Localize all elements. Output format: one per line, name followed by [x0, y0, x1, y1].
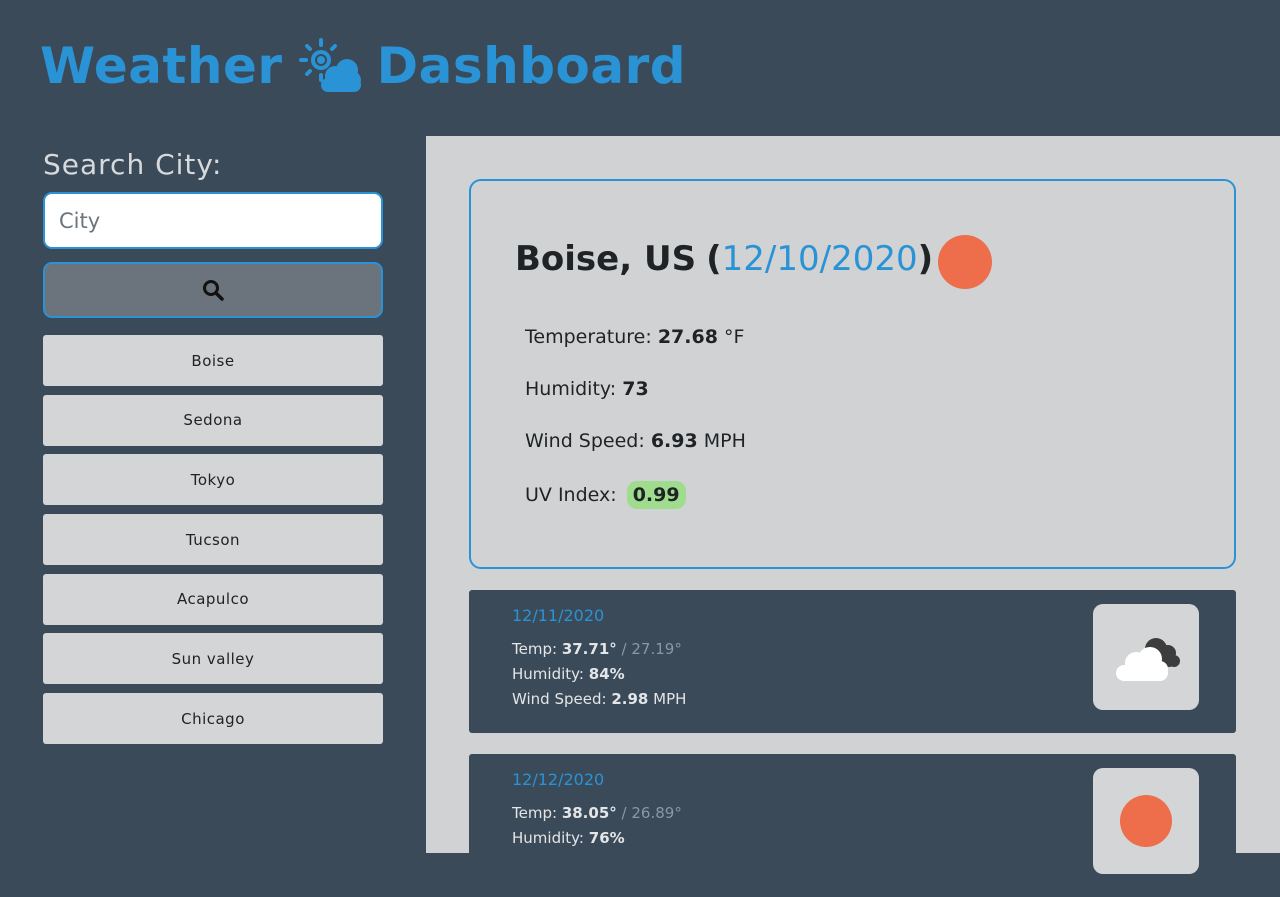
date-close-paren: ): [917, 239, 934, 279]
forecast-humidity-value: 76%: [588, 829, 625, 847]
uv-index-badge: 0.99: [626, 481, 686, 509]
forecast-card: 12/11/2020 Temp: 37.71° / 27.19° Humidit…: [469, 590, 1236, 733]
city-search-input[interactable]: [43, 192, 383, 249]
clear-sun-icon: [938, 235, 992, 289]
forecast-card: 12/12/2020 Temp: 38.05° / 26.89° Humidit…: [469, 754, 1236, 897]
current-weather-card: Boise, US ( 12/10/2020 ) Temperature: 27…: [469, 179, 1236, 569]
search-button[interactable]: [43, 262, 383, 318]
humidity-label: Humidity:: [525, 378, 617, 400]
forecast-temp-sep: /: [621, 640, 627, 658]
wind-value: 6.93: [650, 430, 698, 452]
current-date: 12/10/2020: [721, 239, 918, 279]
forecast-wind: Wind Speed: 2.98 MPH: [512, 690, 686, 708]
app-title: Weather Dashboard: [40, 36, 686, 96]
forecast-icon-box: [1093, 604, 1199, 710]
search-history-list: Boise Sedona Tokyo Tucson Acapulco Sun v…: [43, 335, 383, 753]
app-title-dashboard: Dashboard: [376, 37, 687, 95]
sun-cloud-icon: [298, 38, 361, 92]
current-city: Boise, US: [515, 239, 697, 279]
wind-unit: MPH: [703, 430, 746, 452]
main-panel: Boise, US ( 12/10/2020 ) Temperature: 27…: [426, 136, 1280, 897]
header: Weather Dashboard: [0, 0, 1280, 136]
history-item-boise[interactable]: Boise: [43, 335, 383, 386]
temperature-label: Temperature:: [525, 326, 652, 348]
forecast-date: 12/11/2020: [512, 606, 605, 625]
search-icon: [203, 280, 224, 301]
forecast-temp-low: 26.89°: [631, 804, 682, 822]
forecast-temp: Temp: 38.05° / 26.89°: [512, 804, 682, 822]
history-item-tucson[interactable]: Tucson: [43, 514, 383, 566]
forecast-temp: Temp: 37.71° / 27.19°: [512, 640, 682, 658]
search-label: Search City:: [43, 148, 223, 181]
history-item-sedona[interactable]: Sedona: [43, 394, 383, 446]
forecast-wind-value: 2.98: [611, 690, 649, 708]
forecast-temp-high: 38.05°: [561, 804, 617, 822]
forecast-temp-sep: /: [621, 804, 627, 822]
temperature-stat: Temperature: 27.68 °F: [525, 326, 744, 348]
history-item-acapulco[interactable]: Acapulco: [43, 573, 383, 625]
history-item-sun-valley[interactable]: Sun valley: [43, 633, 383, 685]
uv-label: UV Index:: [525, 484, 617, 506]
forecast-icon-box: [1093, 768, 1199, 874]
forecast-temp-label: Temp:: [512, 804, 558, 822]
forecast-temp-label: Temp:: [512, 640, 558, 658]
history-item-tokyo[interactable]: Tokyo: [43, 454, 383, 506]
forecast-wind-label: Wind Speed:: [512, 690, 607, 708]
forecast-date: 12/12/2020: [512, 770, 605, 789]
forecast-humidity-label: Humidity:: [512, 665, 584, 683]
uv-stat: UV Index: 0.99: [525, 481, 686, 509]
date-open-paren: (: [706, 239, 722, 279]
temperature-value: 27.68: [657, 326, 718, 348]
temperature-unit: °F: [723, 326, 745, 348]
forecast-temp-low: 27.19°: [631, 640, 682, 658]
current-title: Boise, US ( 12/10/2020 ): [515, 239, 933, 279]
wind-stat: Wind Speed: 6.93 MPH: [525, 430, 746, 452]
history-item-chicago[interactable]: Chicago: [43, 693, 383, 745]
forecast-wind-unit: MPH: [653, 690, 687, 708]
clear-sun-icon: [1120, 795, 1172, 847]
forecast-humidity: Humidity: 76%: [512, 829, 625, 847]
forecast-humidity-label: Humidity:: [512, 829, 584, 847]
sidebar: Search City: Boise Sedona Tokyo Tucson A…: [0, 136, 426, 853]
forecast-temp-high: 37.71°: [561, 640, 617, 658]
wind-label: Wind Speed:: [525, 430, 645, 452]
app-title-weather: Weather: [40, 37, 283, 95]
humidity-stat: Humidity: 73: [525, 378, 649, 400]
forecast-humidity-value: 84%: [588, 665, 625, 683]
forecast-humidity: Humidity: 84%: [512, 665, 625, 683]
humidity-value: 73: [622, 378, 649, 400]
clouds-icon: [1116, 638, 1180, 681]
